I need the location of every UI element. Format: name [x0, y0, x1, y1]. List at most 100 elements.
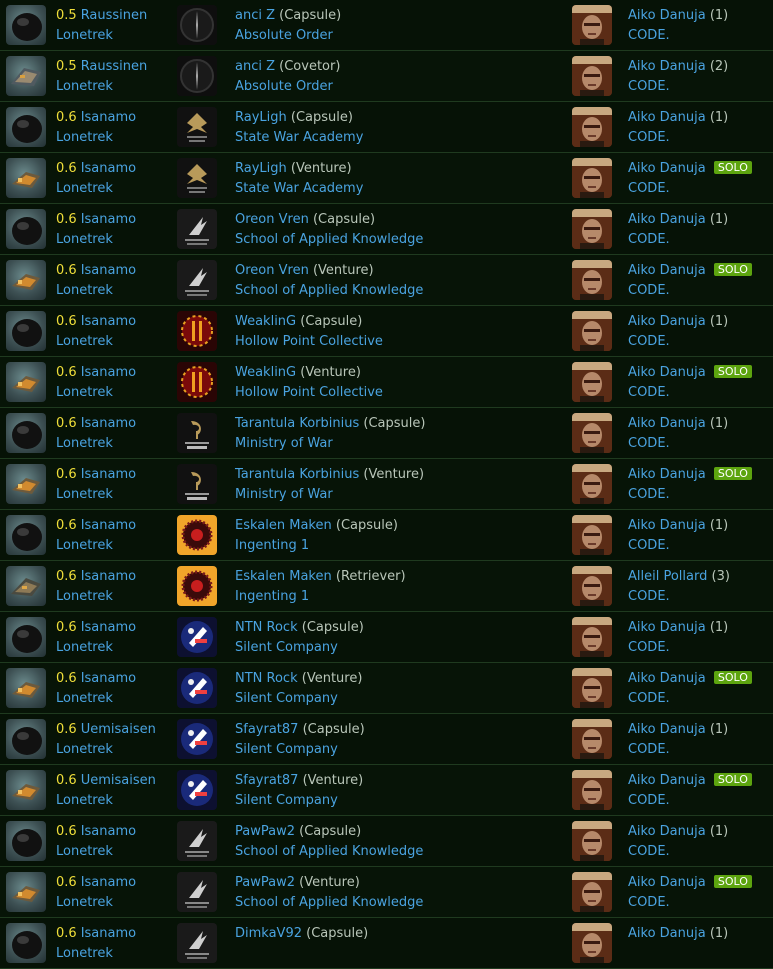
killmail-row[interactable]: 0.6 Isanamo Lonetrek WeaklinG (Venture) H…: [0, 357, 773, 408]
attacker-corp-link[interactable]: CODE.: [628, 640, 670, 655]
system-link[interactable]: Isanamo: [81, 416, 136, 431]
victim-name-link[interactable]: Tarantula Korbinius: [235, 467, 359, 482]
attacker-corp-link[interactable]: CODE.: [628, 844, 670, 859]
attacker-corp-link[interactable]: CODE.: [628, 283, 670, 298]
capsule-icon[interactable]: [6, 209, 46, 249]
school-of-applied-knowledge-logo[interactable]: [177, 209, 217, 249]
region-link[interactable]: Lonetrek: [56, 181, 113, 196]
victim-name-link[interactable]: Tarantula Korbinius: [235, 416, 359, 431]
victim-name-link[interactable]: RayLigh: [235, 161, 287, 176]
attacker-portrait[interactable]: [572, 362, 612, 402]
attacker-portrait[interactable]: [572, 821, 612, 861]
state-war-academy-logo[interactable]: [177, 158, 217, 198]
victim-corp-link[interactable]: Ministry of War: [235, 436, 333, 451]
capsule-icon[interactable]: [6, 923, 46, 963]
system-link[interactable]: Isanamo: [81, 467, 136, 482]
system-link[interactable]: Isanamo: [81, 926, 136, 941]
victim-name-link[interactable]: anci Z: [235, 8, 275, 23]
ministry-of-war-logo[interactable]: [177, 464, 217, 504]
attacker-name-link[interactable]: Aiko Danuja: [628, 161, 706, 176]
attacker-portrait[interactable]: [572, 209, 612, 249]
system-link[interactable]: Isanamo: [81, 110, 136, 125]
victim-name-link[interactable]: PawPaw2: [235, 824, 295, 839]
attacker-name-link[interactable]: Aiko Danuja: [628, 212, 706, 227]
region-link[interactable]: Lonetrek: [56, 946, 113, 961]
attacker-corp-link[interactable]: CODE.: [628, 895, 670, 910]
attacker-name-link[interactable]: Aiko Danuja: [628, 110, 706, 125]
attacker-corp-link[interactable]: CODE.: [628, 232, 670, 247]
region-link[interactable]: Lonetrek: [56, 640, 113, 655]
attacker-name-link[interactable]: Aiko Danuja: [628, 926, 706, 941]
region-link[interactable]: Lonetrek: [56, 742, 113, 757]
attacker-portrait[interactable]: [572, 107, 612, 147]
victim-corp-link[interactable]: School of Applied Knowledge: [235, 895, 423, 910]
killmail-row[interactable]: 0.6 Isanamo Lonetrek DimkaV92 (Capsule) A…: [0, 918, 773, 969]
victim-name-link[interactable]: NTN Rock: [235, 620, 298, 635]
victim-corp-link[interactable]: Absolute Order: [235, 79, 333, 94]
attacker-corp-link[interactable]: CODE.: [628, 793, 670, 808]
system-link[interactable]: Isanamo: [81, 365, 136, 380]
covetor-icon[interactable]: [6, 56, 46, 96]
attacker-name-link[interactable]: Alleil Pollard: [628, 569, 707, 584]
system-link[interactable]: Isanamo: [81, 518, 136, 533]
school-of-applied-knowledge-logo[interactable]: [177, 821, 217, 861]
attacker-name-link[interactable]: Aiko Danuja: [628, 671, 706, 686]
attacker-corp-link[interactable]: CODE.: [628, 79, 670, 94]
victim-corp-link[interactable]: Silent Company: [235, 742, 338, 757]
attacker-portrait[interactable]: [572, 923, 612, 963]
attacker-portrait[interactable]: [572, 56, 612, 96]
killmail-row[interactable]: 0.6 Isanamo Lonetrek PawPaw2 (Venture) Sc…: [0, 867, 773, 918]
victim-corp-link[interactable]: State War Academy: [235, 130, 363, 145]
attacker-portrait[interactable]: [572, 515, 612, 555]
region-link[interactable]: Lonetrek: [56, 487, 113, 502]
victim-name-link[interactable]: Eskalen Maken: [235, 569, 332, 584]
school-of-applied-knowledge-logo[interactable]: [177, 872, 217, 912]
victim-name-link[interactable]: WeaklinG: [235, 314, 296, 329]
region-link[interactable]: Lonetrek: [56, 844, 113, 859]
attacker-portrait[interactable]: [572, 413, 612, 453]
attacker-corp-link[interactable]: CODE.: [628, 538, 670, 553]
attacker-portrait[interactable]: [572, 872, 612, 912]
victim-name-link[interactable]: Eskalen Maken: [235, 518, 332, 533]
system-link[interactable]: Uemisaisen: [81, 773, 156, 788]
system-link[interactable]: Isanamo: [81, 875, 136, 890]
region-link[interactable]: Lonetrek: [56, 895, 113, 910]
killmail-row[interactable]: 0.6 Isanamo Lonetrek Eskalen Maken (Capsu…: [0, 510, 773, 561]
killmail-row[interactable]: 0.6 Uemisaisen Lonetrek Sfayrat87 (Capsul…: [0, 714, 773, 765]
system-link[interactable]: Raussinen: [81, 8, 148, 23]
killmail-row[interactable]: 0.6 Uemisaisen Lonetrek Sfayrat87 (Ventur…: [0, 765, 773, 816]
region-link[interactable]: Lonetrek: [56, 793, 113, 808]
killmail-row[interactable]: 0.5 Raussinen Lonetrek anci Z (Covetor) A…: [0, 51, 773, 102]
system-link[interactable]: Isanamo: [81, 212, 136, 227]
region-link[interactable]: Lonetrek: [56, 334, 113, 349]
region-link[interactable]: Lonetrek: [56, 691, 113, 706]
attacker-corp-link[interactable]: CODE.: [628, 334, 670, 349]
capsule-icon[interactable]: [6, 719, 46, 759]
system-link[interactable]: Isanamo: [81, 620, 136, 635]
capsule-icon[interactable]: [6, 821, 46, 861]
killmail-row[interactable]: 0.5 Raussinen Lonetrek anci Z (Capsule) A…: [0, 0, 773, 51]
region-link[interactable]: Lonetrek: [56, 283, 113, 298]
victim-name-link[interactable]: Oreon Vren: [235, 212, 309, 227]
victim-corp-link[interactable]: Silent Company: [235, 640, 338, 655]
region-link[interactable]: Lonetrek: [56, 232, 113, 247]
attacker-portrait[interactable]: [572, 260, 612, 300]
system-link[interactable]: Raussinen: [81, 59, 148, 74]
ingenting-1-logo[interactable]: [177, 515, 217, 555]
attacker-portrait[interactable]: [572, 719, 612, 759]
system-link[interactable]: Isanamo: [81, 161, 136, 176]
venture-icon[interactable]: [6, 668, 46, 708]
attacker-portrait[interactable]: [572, 617, 612, 657]
region-link[interactable]: Lonetrek: [56, 130, 113, 145]
victim-name-link[interactable]: DimkaV92: [235, 926, 302, 941]
attacker-name-link[interactable]: Aiko Danuja: [628, 518, 706, 533]
hollow-point-collective-logo[interactable]: [177, 311, 217, 351]
attacker-corp-link[interactable]: CODE.: [628, 487, 670, 502]
attacker-name-link[interactable]: Aiko Danuja: [628, 722, 706, 737]
attacker-portrait[interactable]: [572, 770, 612, 810]
venture-icon[interactable]: [6, 872, 46, 912]
killmail-row[interactable]: 0.6 Isanamo Lonetrek Tarantula Korbinius …: [0, 408, 773, 459]
silent-company-logo[interactable]: [177, 719, 217, 759]
victim-corp-link[interactable]: Absolute Order: [235, 28, 333, 43]
attacker-name-link[interactable]: Aiko Danuja: [628, 59, 706, 74]
